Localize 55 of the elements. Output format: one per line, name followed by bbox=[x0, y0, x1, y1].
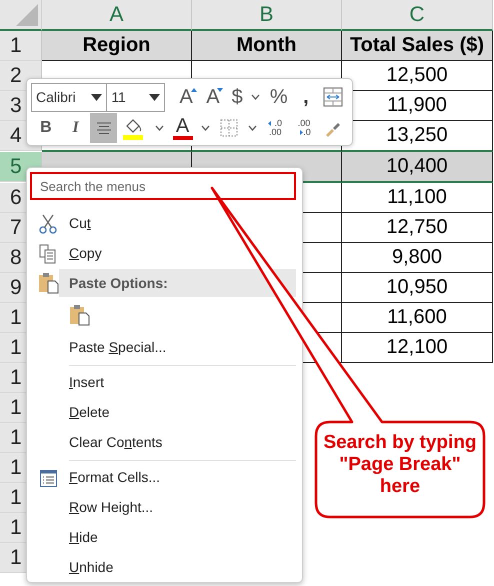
align-center-icon bbox=[96, 122, 112, 134]
section-header: Paste Options: bbox=[59, 269, 296, 297]
increase-font-size-button[interactable]: A bbox=[172, 82, 200, 112]
comma-style-button[interactable]: , bbox=[294, 82, 318, 112]
clipboard-icon bbox=[38, 272, 58, 294]
caret-icon bbox=[201, 125, 210, 131]
copy-icon bbox=[39, 244, 57, 264]
table-cell: 10,950 bbox=[342, 273, 493, 303]
align-center-button[interactable] bbox=[90, 113, 118, 143]
menu-item[interactable]: Unhide bbox=[69, 553, 296, 583]
caret-icon bbox=[251, 94, 260, 100]
table-cell: 11,100 bbox=[342, 183, 493, 213]
table-cell: 11,600 bbox=[342, 303, 493, 333]
font-name-dropdown[interactable]: Calibri bbox=[31, 82, 108, 112]
italic-button[interactable]: I bbox=[60, 113, 90, 143]
table-cell: 12,750 bbox=[342, 213, 493, 243]
column-header[interactable]: C bbox=[342, 0, 493, 31]
search-field[interactable]: Search the menus bbox=[30, 172, 296, 200]
menu-item[interactable]: Clear Contents bbox=[69, 428, 296, 458]
menu-item[interactable]: Cut bbox=[69, 209, 296, 239]
right-arrow-icon bbox=[297, 130, 304, 135]
menu-item[interactable]: Format Cells... bbox=[69, 463, 296, 493]
column-header[interactable]: A bbox=[42, 0, 192, 31]
caret-icon bbox=[154, 125, 164, 131]
table-cell: 12,100 bbox=[342, 333, 493, 363]
decrease-font-size-button[interactable]: A bbox=[200, 82, 226, 112]
list-icon bbox=[40, 470, 56, 486]
column-title: Month bbox=[192, 31, 342, 61]
menu-item[interactable]: Paste Special... bbox=[69, 333, 296, 363]
scissors-icon bbox=[39, 214, 57, 234]
currency-button[interactable]: $ bbox=[226, 82, 248, 112]
menu-item[interactable]: Insert bbox=[69, 368, 296, 398]
menu-item[interactable]: Hide bbox=[69, 523, 296, 553]
font-size-dropdown[interactable]: 11 bbox=[107, 82, 165, 112]
paste-option-button[interactable] bbox=[69, 304, 90, 326]
menu-item[interactable]: Delete bbox=[69, 398, 296, 428]
table-cell: 9,800 bbox=[342, 243, 493, 273]
clipboard-icon bbox=[69, 304, 90, 326]
caret-icon bbox=[248, 125, 257, 131]
menu-item[interactable]: Copy bbox=[69, 239, 296, 269]
dropdown-arrow-icon bbox=[91, 94, 102, 100]
column-title: Region bbox=[42, 31, 192, 61]
font-color-button[interactable]: A bbox=[168, 113, 198, 143]
callout-text: Search by typing "Page Break" here bbox=[322, 432, 478, 498]
dropdown-arrow-icon bbox=[148, 94, 160, 100]
column-header[interactable]: B bbox=[192, 0, 342, 31]
table-cell: 10,400 bbox=[342, 152, 493, 183]
row-header[interactable]: 1 bbox=[0, 31, 42, 61]
menu-item[interactable]: Row Height... bbox=[69, 493, 296, 523]
decrease-decimal-button[interactable]: .00 .0 bbox=[290, 113, 318, 143]
increase-decimal-button[interactable]: .0 .00 bbox=[260, 113, 290, 143]
borders-icon bbox=[220, 119, 238, 137]
percent-button[interactable]: % bbox=[264, 82, 294, 112]
wrap-text-icon bbox=[323, 87, 344, 107]
column-title: Total Sales ($) bbox=[342, 31, 493, 61]
